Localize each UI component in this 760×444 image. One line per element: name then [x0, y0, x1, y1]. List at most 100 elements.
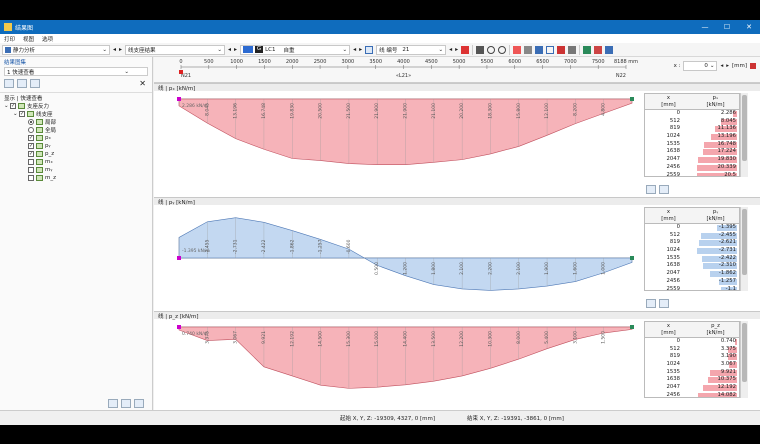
zoom-in-icon[interactable]: [487, 45, 496, 54]
rename-icon[interactable]: [30, 78, 40, 88]
filter-icon[interactable]: [524, 45, 533, 54]
values-icon[interactable]: [513, 45, 522, 54]
copy-icon[interactable]: [17, 78, 27, 88]
tree-item[interactable]: mᵧ: [0, 166, 152, 174]
table-row[interactable]: 2047 -1.862: [645, 270, 739, 278]
table-row[interactable]: 1638 -2.310: [645, 262, 739, 270]
lock-icon[interactable]: [750, 63, 756, 69]
radio-icon[interactable]: [28, 127, 34, 133]
x-position-input[interactable]: 0 ⌄: [683, 61, 718, 71]
minimize-button[interactable]: —: [694, 23, 716, 31]
prev-arrow-icon[interactable]: ◂: [353, 46, 356, 53]
menu-view[interactable]: 视图: [23, 35, 34, 43]
tree-item[interactable]: ⌄ ✓ 线支座: [0, 110, 152, 118]
table-row[interactable]: 2047 12.192: [645, 384, 739, 392]
table-row[interactable]: 2559 20.5: [645, 172, 739, 176]
table-row[interactable]: 819 3.190: [645, 353, 739, 361]
table-header[interactable]: p_z [kN/m]: [692, 322, 739, 337]
line-result-chart[interactable]: 8.045 13.196 16.748 19.830 20.500 21.500 21.90…: [154, 91, 642, 197]
table-row[interactable]: 1024 -2.731: [645, 247, 739, 255]
checkbox-icon[interactable]: [28, 159, 34, 165]
radio-icon[interactable]: [28, 119, 34, 125]
result-set-select[interactable]: 1 快速查看 ⌄: [4, 67, 148, 76]
table-header[interactable]: x [mm]: [645, 94, 692, 109]
table-scrollbar[interactable]: [740, 321, 748, 398]
tree-item[interactable]: ✓ pₓ: [0, 134, 152, 142]
check-all-icon[interactable]: [108, 399, 118, 408]
zoom-out-icon[interactable]: [498, 45, 507, 54]
uncheck-all-icon[interactable]: [121, 399, 131, 408]
tree-item[interactable]: ✓ pᵧ: [0, 142, 152, 150]
fit-icon[interactable]: [546, 45, 555, 54]
model-icon[interactable]: [583, 45, 592, 54]
menu-print[interactable]: 打印: [4, 35, 15, 43]
table-row[interactable]: 2456 -1.257: [645, 278, 739, 286]
tree-item[interactable]: m_z: [0, 174, 152, 182]
tree-item[interactable]: 全局: [0, 126, 152, 134]
filter-max-icon[interactable]: [646, 299, 656, 308]
line-number-select[interactable]: 线 编号 21 ⌄: [376, 44, 447, 55]
table-row[interactable]: 819 11.136: [645, 125, 739, 133]
checkbox-icon[interactable]: ✓: [28, 135, 34, 141]
table-row[interactable]: 1024 13.196: [645, 133, 739, 141]
new-icon[interactable]: [4, 78, 14, 88]
tree-settings-icon[interactable]: [134, 399, 144, 408]
prev-arrow-icon[interactable]: ◂: [720, 63, 723, 69]
table-row[interactable]: 2047 19.830: [645, 156, 739, 164]
next-arrow-icon[interactable]: ▸: [726, 63, 729, 69]
delete-icon[interactable]: ✕: [139, 79, 146, 88]
prev-arrow-icon[interactable]: ◂: [449, 46, 452, 53]
prev-arrow-icon[interactable]: ◂: [228, 46, 231, 53]
table-row[interactable]: 1638 10.375: [645, 376, 739, 384]
print-icon[interactable]: [476, 45, 485, 54]
line-result-chart[interactable]: 3.375 3.067 9.921 12.192 14.500 15.300 15.000 1…: [154, 319, 642, 418]
table-header[interactable]: x [mm]: [645, 208, 692, 223]
filter-max-icon[interactable]: [646, 185, 656, 194]
table-row[interactable]: 1024 3.067: [645, 361, 739, 369]
checkbox-icon[interactable]: [28, 167, 34, 173]
table-scrollbar[interactable]: [740, 93, 748, 177]
start-marker-icon[interactable]: [179, 70, 183, 74]
checkbox-icon[interactable]: ✓: [19, 111, 25, 117]
pick-icon[interactable]: [461, 45, 470, 54]
tree-item[interactable]: 局部: [0, 118, 152, 126]
table-row[interactable]: 0 2.286: [645, 110, 739, 118]
menu-options[interactable]: 选项: [42, 35, 53, 43]
settings-icon[interactable]: [568, 45, 577, 54]
next-arrow-icon[interactable]: ▸: [119, 46, 122, 53]
next-arrow-icon[interactable]: ▸: [359, 46, 362, 53]
line-result-chart[interactable]: -2.455 -2.731 -2.422 -1.862 -1.257 -0.6000.50…: [154, 205, 642, 311]
table-row[interactable]: 0 -1.395: [645, 224, 739, 232]
table-row[interactable]: 2456 14.082: [645, 392, 739, 397]
tree-item[interactable]: ✓ p_z: [0, 150, 152, 158]
filter-min-icon[interactable]: [659, 299, 669, 308]
table-row[interactable]: 2456 20.339: [645, 164, 739, 172]
scissors-icon[interactable]: [557, 45, 566, 54]
analysis-select[interactable]: 静力分析 ⌄: [2, 44, 110, 55]
filter-min-icon[interactable]: [659, 185, 669, 194]
prev-arrow-icon[interactable]: ◂: [113, 46, 116, 53]
scrollbar-thumb[interactable]: [742, 95, 747, 161]
table-header[interactable]: pᵧ [kN/m]: [692, 208, 739, 223]
table-row[interactable]: 2559 -1.1: [645, 286, 739, 290]
checkbox-icon[interactable]: [28, 175, 34, 181]
table-header[interactable]: x [mm]: [645, 322, 692, 337]
tree-item[interactable]: mₓ: [0, 158, 152, 166]
table-row[interactable]: 1638 17.224: [645, 148, 739, 156]
extremes-icon[interactable]: [535, 45, 544, 54]
close-button[interactable]: ✕: [738, 23, 760, 31]
result-type-select[interactable]: 线支座结果 ⌄: [125, 44, 226, 55]
next-arrow-icon[interactable]: ▸: [234, 46, 237, 53]
table-row[interactable]: 819 -2.621: [645, 239, 739, 247]
tree-item[interactable]: ⌄ ✓ 支座反力: [0, 102, 152, 110]
checkbox-icon[interactable]: ✓: [28, 151, 34, 157]
scrollbar-thumb[interactable]: [742, 323, 747, 382]
table-row[interactable]: 0 0.740: [645, 338, 739, 346]
maximize-button[interactable]: ☐: [716, 23, 738, 31]
scrollbar-thumb[interactable]: [742, 209, 747, 275]
support-icon[interactable]: [594, 45, 603, 54]
checkbox-icon[interactable]: ✓: [10, 103, 16, 109]
next-arrow-icon[interactable]: ▸: [455, 46, 458, 53]
ruler-scale[interactable]: 0 500 1000 1500 2000 2500 3000 3500 4000 4500 5000…: [154, 57, 644, 83]
checkbox-icon[interactable]: ✓: [28, 143, 34, 149]
